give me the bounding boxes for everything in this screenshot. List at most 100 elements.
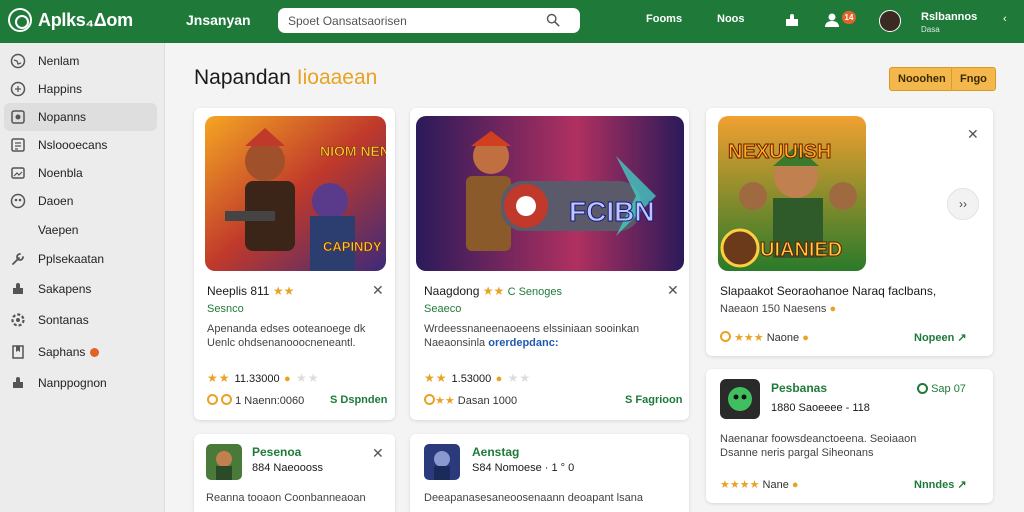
app-meta: Naeaon 150 Naesens ● [720,302,836,316]
sidebar-item-vaepen[interactable]: Vaepen [4,216,157,244]
puzzle-icon[interactable] [783,11,801,29]
alert-dot [90,347,100,357]
app-action-link[interactable]: S Dspnden [330,394,387,406]
bookmark-icon [12,345,24,359]
close-icon[interactable]: ✕ [372,282,384,299]
app-subtitle: 884 Naeoooss [252,462,323,474]
downloads-text: Dasan 1000 [457,395,518,407]
app-card[interactable]: Pesenoa ✕ 884 Naeoooss Reanna tooaon Coo… [194,434,395,512]
picture-icon [11,167,25,179]
app-icon-art [720,379,760,419]
description-link[interactable]: orerdepdanc: [488,337,558,349]
app-icon[interactable] [206,444,242,480]
search-icon[interactable] [546,13,560,27]
logo-icon [8,8,32,32]
sidebar-item-sontanas[interactable]: Sontanas [4,306,157,334]
app-icon[interactable] [424,444,460,480]
close-icon[interactable]: ✕ [667,282,679,299]
coin-icon [720,331,731,342]
app-thumbnail[interactable]: FCIBN [416,116,684,271]
app-description: Wrdeessnaneenaoeens elssiniaan sooinkan … [424,322,679,350]
app-subtitle: S84 Nomoese · 1 ° 0 [472,462,575,474]
sidebar-item-label: Nsloooecans [38,138,108,152]
app-card[interactable]: Aenstag S84 Nomoese · 1 ° 0 Deeapanasesa… [410,434,689,512]
sidebar-item-noenbla[interactable]: Noenbla [4,159,157,187]
game-art: FCIBN [416,116,684,271]
sidebar-item-label: Happins [38,82,83,96]
coin-icon [207,394,218,405]
sidebar-item-saphans[interactable]: Saphans [4,338,157,366]
app-icon-art [424,444,460,480]
thumbnail-title: NIOM NENES [320,143,386,159]
app-meta-text: Naeaon 150 Naesens [720,303,827,315]
sidebar-item-nanppognon[interactable]: Nanppognon [4,369,157,397]
app-icon-art [206,444,242,480]
sidebar-item-nsloooecans[interactable]: Nsloooecans [4,131,157,159]
next-arrow-button[interactable]: ›› [947,188,979,220]
sidebar-item-daoen[interactable]: Daoen [4,187,157,215]
app-card[interactable]: NEXUUISH UIANIED ✕ ›› Slapaakot Seoraoha… [706,108,993,356]
thumbnail-title: FCIBN [569,196,655,227]
app-card[interactable]: Pesbanas Sap 07 1880 Saoeeee - 118 Naena… [706,369,993,503]
page-title-main: Napandan [194,66,291,89]
app-thumbnail[interactable]: NEXUUISH UIANIED [718,116,866,271]
app-action-text: Nopeen [914,332,955,344]
rating-label: Nane [762,479,789,491]
app-description: Reanna tooaon Coonbanneaoan [206,492,366,504]
sidebar-item-happins[interactable]: Happins [4,75,157,103]
filter-button-secondary[interactable]: Fngo [951,67,996,91]
notification-badge: 14 [842,11,856,24]
avatar[interactable] [879,10,901,32]
app-subtitle: 1880 Saoeeee - 118 [771,402,870,414]
logo[interactable]: Aplks₄Δom [8,8,133,32]
gear-icon [11,313,25,327]
sidebar: Nenlam Happins Nopanns Nsloooecans Noenb… [0,43,165,512]
nav-link-fooms[interactable]: Fooms [646,13,682,25]
game-art: NEXUUISH UIANIED [718,116,866,271]
game-art: NIOM NENES CAPINDY [205,116,386,271]
thumbnail-title: NEXUUISH [728,141,831,163]
app-title-extra: C Senoges [507,286,563,298]
sidebar-item-nenlam[interactable]: Nenlam [4,47,157,75]
nav-link-noos[interactable]: Noos [717,13,745,25]
user-subtitle: Dasa [921,25,940,34]
app-description: Apenanda edses ooteanoege dk Uenlc ohdse… [207,322,387,350]
app-action-link[interactable]: Nopeen ↗ [914,331,967,344]
rating-stars-icon: ★★ [435,395,455,407]
app-title-text: Neeplis 811 [207,284,270,298]
sidebar-item-label: Pplsekaatan [38,252,105,266]
app-action-link[interactable]: S Fagrioon [625,394,682,406]
sidebar-item-nopanns[interactable]: Nopanns [4,103,157,131]
rating-label: Naone [766,332,800,344]
app-card[interactable]: NIOM NENES CAPINDY Neeplis 811 ★★ ✕ Sesn… [194,108,395,420]
sidebar-item-label: Daoen [38,194,74,208]
rating-stars-icon: ★★ [482,284,505,298]
close-icon[interactable]: ✕ [967,126,979,143]
sidebar-item-pplsekaatan[interactable]: Pplsekaatan [4,245,157,273]
top-bar: Aplks₄Δom Jnsanyan Fooms Noos 14 Rslbann… [0,0,1024,43]
user-icon[interactable] [823,11,841,29]
app-title: Slapaakot Seoraohanoe Naraq faclbans, [720,284,937,298]
user-name[interactable]: Rslbannos [921,11,977,23]
search-input[interactable] [278,8,528,33]
app-thumbnail[interactable]: NIOM NENES CAPINDY [205,116,386,271]
app-card[interactable]: FCIBN Naagdong ★★ C Senoges ✕ Seaeco Wrd… [410,108,689,420]
app-action-link[interactable]: Nnndes ↗ [914,478,967,491]
filter-button-primary[interactable]: Nooohen [889,67,955,91]
app-title: Neeplis 811 ★★ [207,284,294,298]
grid-icon [10,81,26,97]
rating-value: 11.33000 [234,373,280,385]
search-bar [278,8,580,33]
clock-icon [917,383,928,394]
coin-icon: ● [791,479,799,491]
page-title-accent: Iioaaean [296,66,378,89]
app-icon[interactable] [720,379,760,419]
arrow-icon: ↗ [957,479,967,491]
chevron-down-icon[interactable]: ‹ [1003,13,1007,25]
app-downloads: 1 Naenn:0060 [207,394,304,407]
close-icon[interactable]: ✕ [372,445,384,462]
coin-icon: ● [802,332,809,344]
description-line: Uenlc ohdsenanooocneneantl. [207,337,356,349]
rating-value: 1.53000 [451,373,492,385]
sidebar-item-sakapens[interactable]: Sakapens [4,275,157,303]
